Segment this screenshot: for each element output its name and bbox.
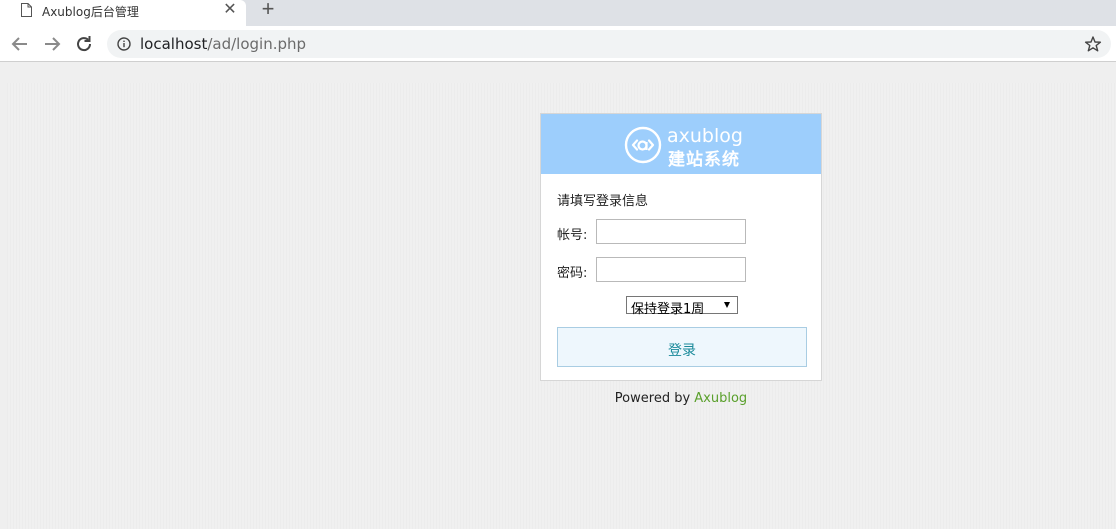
info-icon[interactable] (117, 37, 131, 51)
browser-tab[interactable]: Axublog后台管理 ✕ (0, 0, 246, 26)
arrow-left-icon[interactable] (9, 33, 31, 55)
arrow-right-icon[interactable] (41, 33, 63, 55)
account-input[interactable] (596, 219, 746, 244)
page-viewport: axublog 建站系统 请填写登录信息 帐号: 密码: 保持登录1周 登录 P… (0, 63, 1116, 529)
login-panel: axublog 建站系统 请填写登录信息 帐号: 密码: 保持登录1周 登录 (540, 113, 822, 381)
address-bar[interactable]: localhost/ad/login.php (107, 30, 1111, 58)
url-host: localhost (140, 35, 208, 53)
url-path: /ad/login.php (207, 35, 307, 53)
password-input[interactable] (596, 257, 746, 282)
remember-select-value: 保持登录1周 (631, 302, 705, 317)
url-text[interactable]: localhost/ad/login.php (140, 35, 306, 53)
powered-by: Powered by Axublog (540, 391, 822, 406)
browser-toolbar: localhost/ad/login.php (0, 26, 1116, 62)
login-button[interactable]: 登录 (557, 327, 807, 367)
star-icon[interactable] (1084, 35, 1102, 53)
plus-icon[interactable]: + (257, 0, 279, 20)
login-button-label: 登录 (668, 343, 696, 359)
form-title: 请填写登录信息 (557, 194, 649, 209)
login-header: axublog 建站系统 (541, 114, 821, 174)
close-icon[interactable]: ✕ (222, 1, 238, 19)
tab-title: Axublog后台管理 (42, 5, 139, 19)
chevron-down-icon (724, 302, 730, 308)
remember-select[interactable]: 保持登录1周 (626, 296, 738, 317)
axublog-link[interactable]: Axublog (694, 391, 747, 406)
account-label: 帐号: (557, 228, 588, 243)
axublog-logo: axublog 建站系统 (624, 124, 744, 170)
password-label: 密码: (557, 266, 588, 281)
tab-strip: Axublog后台管理 ✕ + (0, 0, 1116, 26)
powered-by-text: Powered by (614, 391, 695, 406)
logo-subtext: 建站系统 (668, 150, 740, 170)
reload-icon[interactable] (73, 33, 95, 55)
logo-text: axublog (667, 125, 743, 147)
page-icon (21, 3, 32, 17)
logo-mark-icon (624, 126, 662, 164)
